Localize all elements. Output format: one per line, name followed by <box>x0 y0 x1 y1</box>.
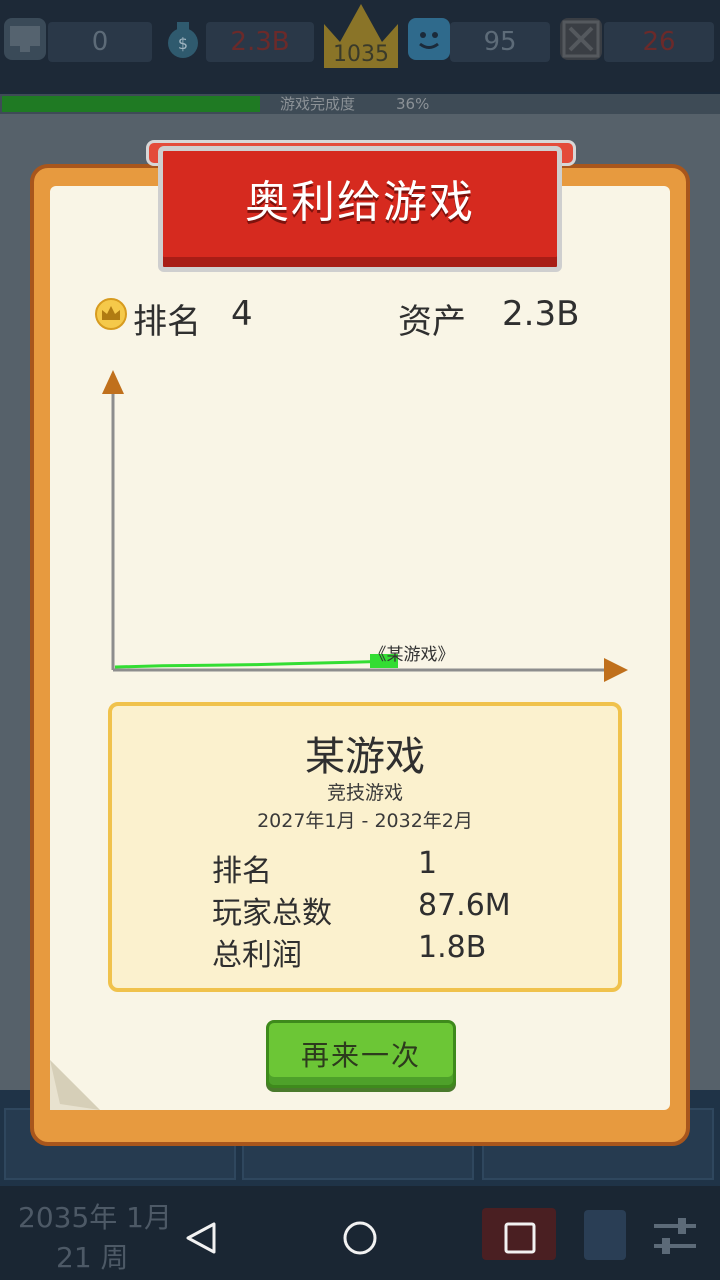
game-name: 某游戏 <box>305 734 425 780</box>
rank-label: 排名 <box>133 302 201 342</box>
hud-stat5-value: 26 <box>642 27 676 57</box>
assets-label: 资产 <box>398 302 466 342</box>
y-axis-arrow <box>102 370 124 394</box>
recent-apps-icon[interactable] <box>494 1212 546 1264</box>
book-icon <box>584 1210 626 1260</box>
card-row-label-rank: 排名 <box>212 854 272 889</box>
svg-text:$: $ <box>178 34 188 53</box>
rank-medal-icon <box>95 298 127 330</box>
hud-stat1-value: 0 <box>91 27 109 57</box>
settings-sliders-icon <box>652 1214 698 1258</box>
series-label: 《某游戏》 <box>370 645 455 665</box>
progress-percent: 36% <box>396 95 430 113</box>
retry-button-label[interactable]: 再来一次 <box>266 1034 456 1074</box>
game-period: 2027年1月 - 2032年2月 <box>257 810 473 832</box>
monitor-icon[interactable] <box>4 18 46 60</box>
progress-label: 游戏完成度 <box>280 95 356 113</box>
date-week: 21 周 <box>56 1241 129 1274</box>
hud-money-value: 2.3B <box>230 27 290 57</box>
series-line <box>114 659 399 669</box>
hud-fans-value: 95 <box>483 27 517 57</box>
x-axis-arrow <box>604 658 628 682</box>
card-row-value-players: 87.6M <box>418 888 511 923</box>
rank-value: 4 <box>231 294 253 334</box>
date-month: 2035年 1月 <box>18 1201 172 1234</box>
card-row-label-profit: 总利润 <box>212 938 302 973</box>
card-row-label-players: 玩家总数 <box>212 896 332 931</box>
dialog-title: 奥利给游戏 <box>245 177 475 228</box>
performance-chart: 《某游戏》 <box>102 370 628 682</box>
game-genre: 竞技游戏 <box>326 782 403 804</box>
home-icon[interactable] <box>334 1212 386 1264</box>
assets-value: 2.3B <box>502 294 580 334</box>
back-icon[interactable] <box>176 1212 228 1264</box>
page-curl-decoration <box>50 1060 100 1110</box>
fan-face-icon[interactable] <box>408 18 450 60</box>
card-row-value-rank: 1 <box>418 846 438 881</box>
crown-value: 1035 <box>333 42 389 67</box>
money-bag-icon[interactable]: $ <box>162 18 204 60</box>
progress-fill <box>2 96 260 112</box>
error-icon[interactable] <box>560 18 602 60</box>
card-row-value-profit: 1.8B <box>418 930 487 965</box>
